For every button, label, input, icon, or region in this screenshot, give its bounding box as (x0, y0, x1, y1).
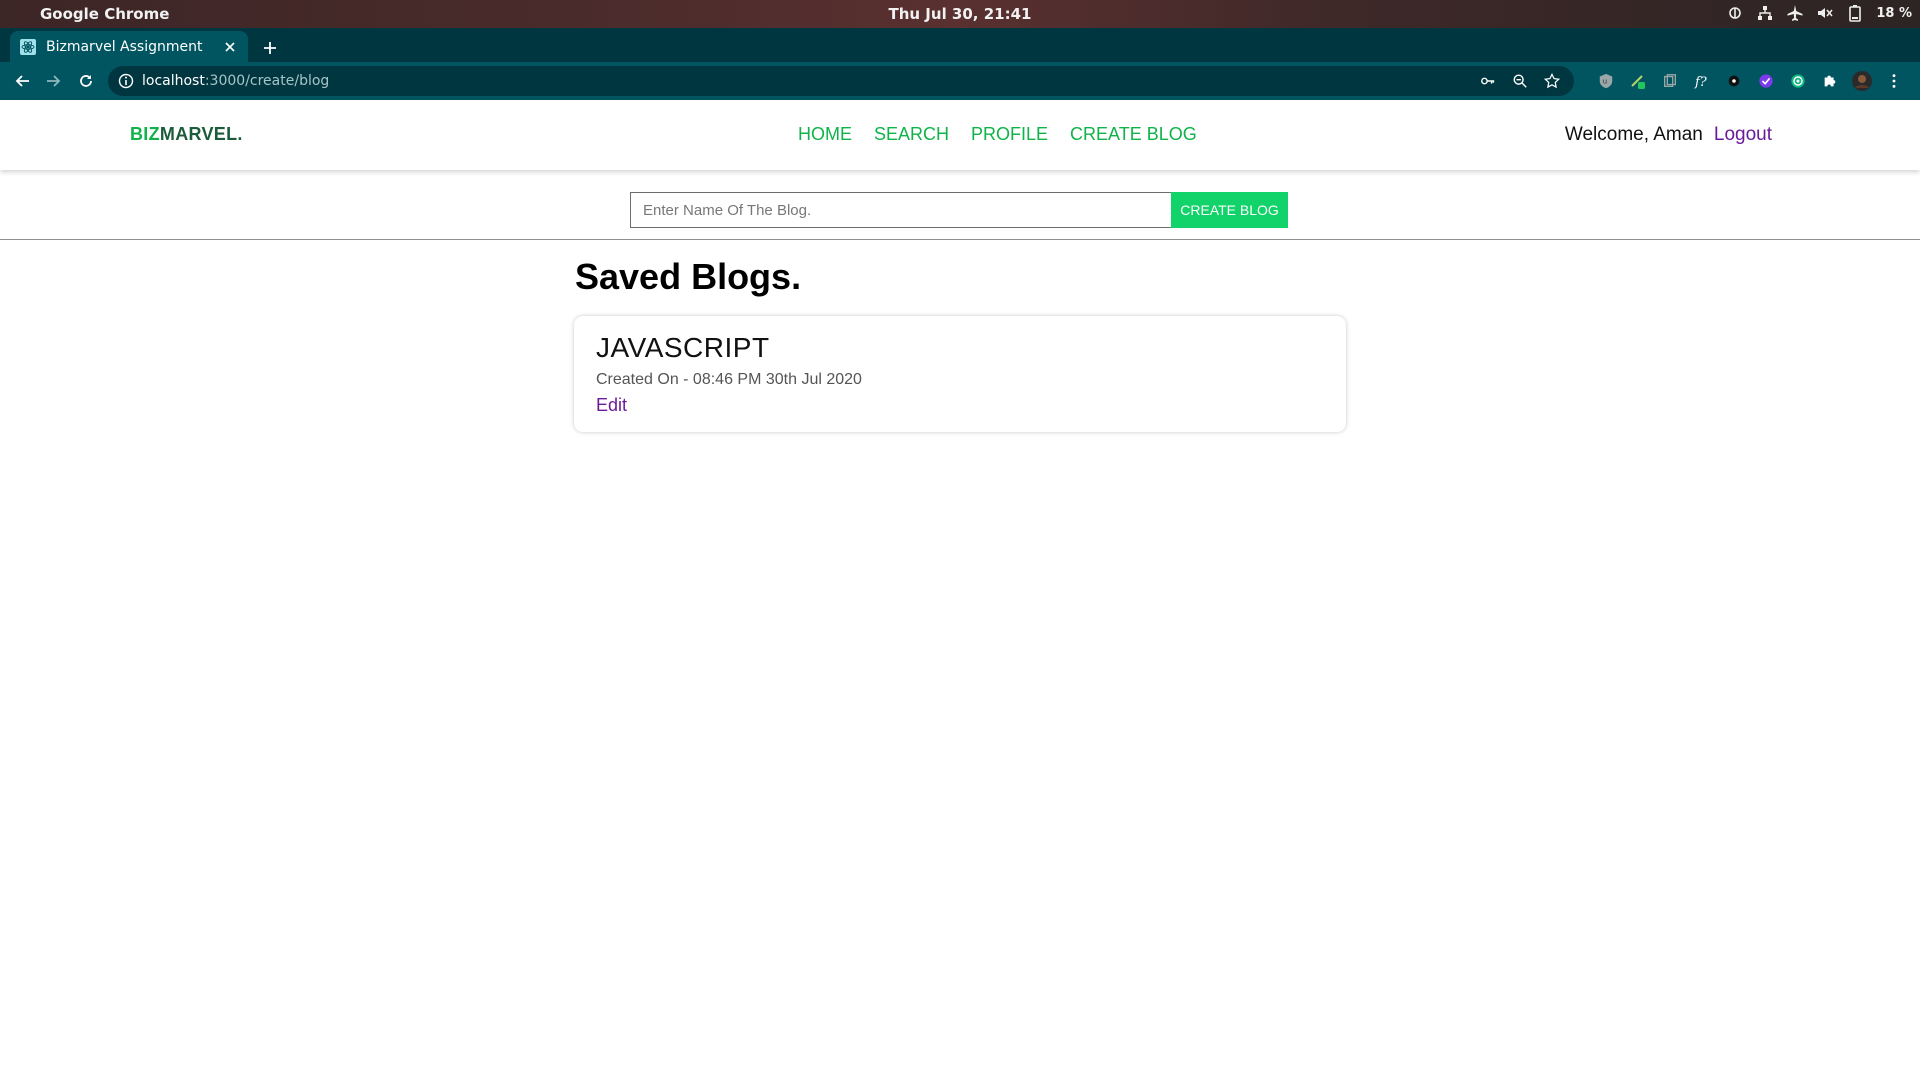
logo-part-biz: BIZ (130, 124, 160, 144)
formula-extension-icon[interactable]: f? (1690, 69, 1714, 93)
extensions-puzzle-icon[interactable] (1818, 69, 1842, 93)
nav-links: HOME SEARCH PROFILE CREATE BLOG (798, 124, 1197, 145)
tab-title: Bizmarvel Assignment (46, 38, 203, 55)
zoom-icon[interactable] (1508, 69, 1532, 93)
check-circle-extension-icon[interactable] (1754, 69, 1778, 93)
svg-text:f?: f? (1694, 75, 1708, 90)
nav-link-search[interactable]: SEARCH (874, 124, 949, 145)
profile-avatar-icon[interactable] (1850, 69, 1874, 93)
create-blog-form: CREATE BLOG (630, 192, 1288, 228)
nav-link-profile[interactable]: PROFILE (971, 124, 1048, 145)
forward-arrow-icon[interactable] (42, 69, 66, 93)
shield-extension-icon[interactable]: u (1594, 69, 1618, 93)
os-top-bar: Google Chrome Thu Jul 30, 21:41 18 % (0, 0, 1920, 28)
react-favicon-icon (20, 38, 36, 55)
svg-text:u: u (1603, 77, 1608, 86)
logo-part-marvel: MARVEL. (159, 124, 243, 144)
os-active-app[interactable]: Google Chrome (40, 5, 169, 23)
accessibility-icon[interactable] (1726, 4, 1744, 22)
nav-link-create-blog[interactable]: CREATE BLOG (1070, 124, 1197, 145)
password-key-icon[interactable] (1476, 69, 1500, 93)
react-devtools-extension-icon[interactable] (1722, 69, 1746, 93)
logout-link[interactable]: Logout (1714, 124, 1772, 146)
airplane-mode-icon[interactable] (1786, 4, 1804, 22)
address-bar-actions (1476, 69, 1564, 93)
battery-percentage: 18 % (1876, 5, 1912, 21)
battery-icon[interactable] (1846, 4, 1864, 22)
browser-tab-active[interactable]: Bizmarvel Assignment (10, 31, 248, 62)
bookmark-star-icon[interactable] (1540, 69, 1564, 93)
site-info-icon[interactable] (118, 73, 134, 89)
web-page: BIZMARVEL. HOME SEARCH PROFILE CREATE BL… (0, 100, 1920, 1080)
close-tab-icon[interactable] (218, 35, 242, 59)
nav-link-home[interactable]: HOME (798, 124, 852, 145)
reload-icon[interactable] (74, 69, 98, 93)
new-tab-plus-icon[interactable] (258, 36, 282, 60)
browser-toolbar: localhost:3000/create/blog u f? (0, 62, 1920, 100)
extensions-area: u f? (1594, 69, 1906, 93)
os-system-tray[interactable]: 18 % (1726, 4, 1912, 22)
network-icon[interactable] (1756, 4, 1774, 22)
blog-edit-link[interactable]: Edit (596, 395, 627, 416)
chrome-menu-icon[interactable] (1882, 69, 1906, 93)
blog-card: JAVASCRIPT Created On - 08:46 PM 30th Ju… (574, 316, 1346, 432)
blog-name-input[interactable] (630, 192, 1171, 228)
blog-created-date: Created On - 08:46 PM 30th Jul 2020 (596, 371, 862, 388)
copy-extension-icon[interactable] (1658, 69, 1682, 93)
url-host: localhost (142, 73, 205, 89)
create-blog-button[interactable]: CREATE BLOG (1171, 192, 1288, 228)
url-path: :3000/create/blog (204, 73, 330, 89)
section-divider (0, 239, 1920, 240)
browser-tab-strip: Bizmarvel Assignment (0, 28, 1920, 62)
site-logo[interactable]: BIZMARVEL. (130, 124, 243, 145)
welcome-text: Welcome, Aman (1564, 124, 1703, 145)
target-extension-icon[interactable] (1786, 69, 1810, 93)
site-navbar: BIZMARVEL. HOME SEARCH PROFILE CREATE BL… (0, 100, 1920, 170)
address-bar[interactable]: localhost:3000/create/blog (108, 66, 1574, 96)
blog-title: JAVASCRIPT (596, 332, 770, 363)
volume-muted-icon[interactable] (1816, 4, 1834, 22)
os-clock[interactable]: Thu Jul 30, 21:41 (0, 5, 1920, 23)
pen-extension-icon[interactable] (1626, 69, 1650, 93)
user-greeting-area: Welcome, Aman Logout (1565, 124, 1772, 146)
saved-blogs-heading: Saved Blogs. (575, 256, 802, 297)
back-arrow-icon[interactable] (10, 69, 34, 93)
